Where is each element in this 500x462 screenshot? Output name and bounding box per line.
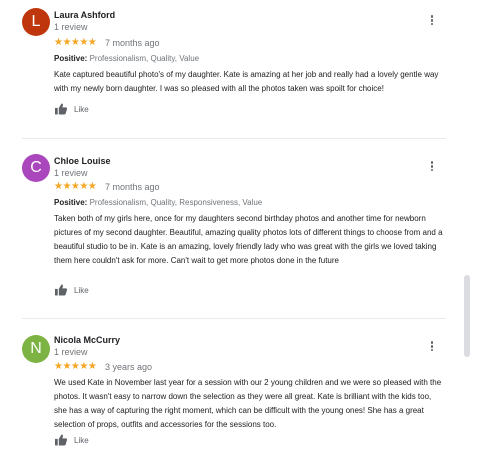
review-time: 3 years ago [105,362,153,372]
scrollbar[interactable] [464,275,470,357]
review-text: Taken both of my girls here, once for my… [54,214,443,265]
star-rating: ★★★★★ [54,181,97,192]
star-rating: ★★★★★ [54,361,97,372]
positive-label: Positive: [54,198,88,207]
review-text: Kate captured beautiful photo's of my da… [54,70,439,93]
avatar[interactable]: N [22,335,50,363]
review-card: L Laura Ashford 1 review ★★★★★ 7 months … [0,0,470,130]
more-options-icon[interactable] [426,340,438,354]
like-label: Like [74,435,89,445]
review-card: N Nicola McCurry 1 review ★★★★★ 3 years … [0,326,470,462]
avatar[interactable]: L [22,8,50,36]
thumbs-up-icon [55,103,68,115]
like-button[interactable]: Like [54,433,89,447]
divider [22,138,446,139]
like-button[interactable]: Like [54,102,89,116]
reviewer-name[interactable]: Chloe Louise [54,156,111,166]
reviewer-name[interactable]: Laura Ashford [54,10,115,20]
positive-values: Professionalism, Quality, Value [89,54,200,63]
like-label: Like [74,104,89,114]
positive-values: Professionalism, Quality, Responsiveness… [89,198,263,207]
divider [22,318,446,319]
positive-label: Positive: [54,54,88,63]
review-time: 7 months ago [105,182,160,192]
review-count: 1 review [54,347,88,357]
like-label: Like [74,285,89,295]
avatar[interactable]: C [22,154,50,182]
star-rating: ★★★★★ [54,37,97,48]
thumbs-up-icon [55,284,68,296]
more-options-icon[interactable] [426,14,438,28]
positive-attributes: Positive: Professionalism, Quality, Resp… [54,198,262,207]
review-count: 1 review [54,168,88,178]
review-time: 7 months ago [105,38,160,48]
like-button[interactable]: Like [54,283,89,297]
review-text: We used Kate in November last year for a… [54,378,442,429]
reviewer-name[interactable]: Nicola McCurry [54,335,120,345]
positive-attributes: Positive: Professionalism, Quality, Valu… [54,54,199,63]
review-card: C Chloe Louise 1 review ★★★★★ 7 months a… [0,146,470,306]
thumbs-up-icon [55,434,68,446]
review-count: 1 review [54,22,88,32]
more-options-icon[interactable] [426,160,438,174]
